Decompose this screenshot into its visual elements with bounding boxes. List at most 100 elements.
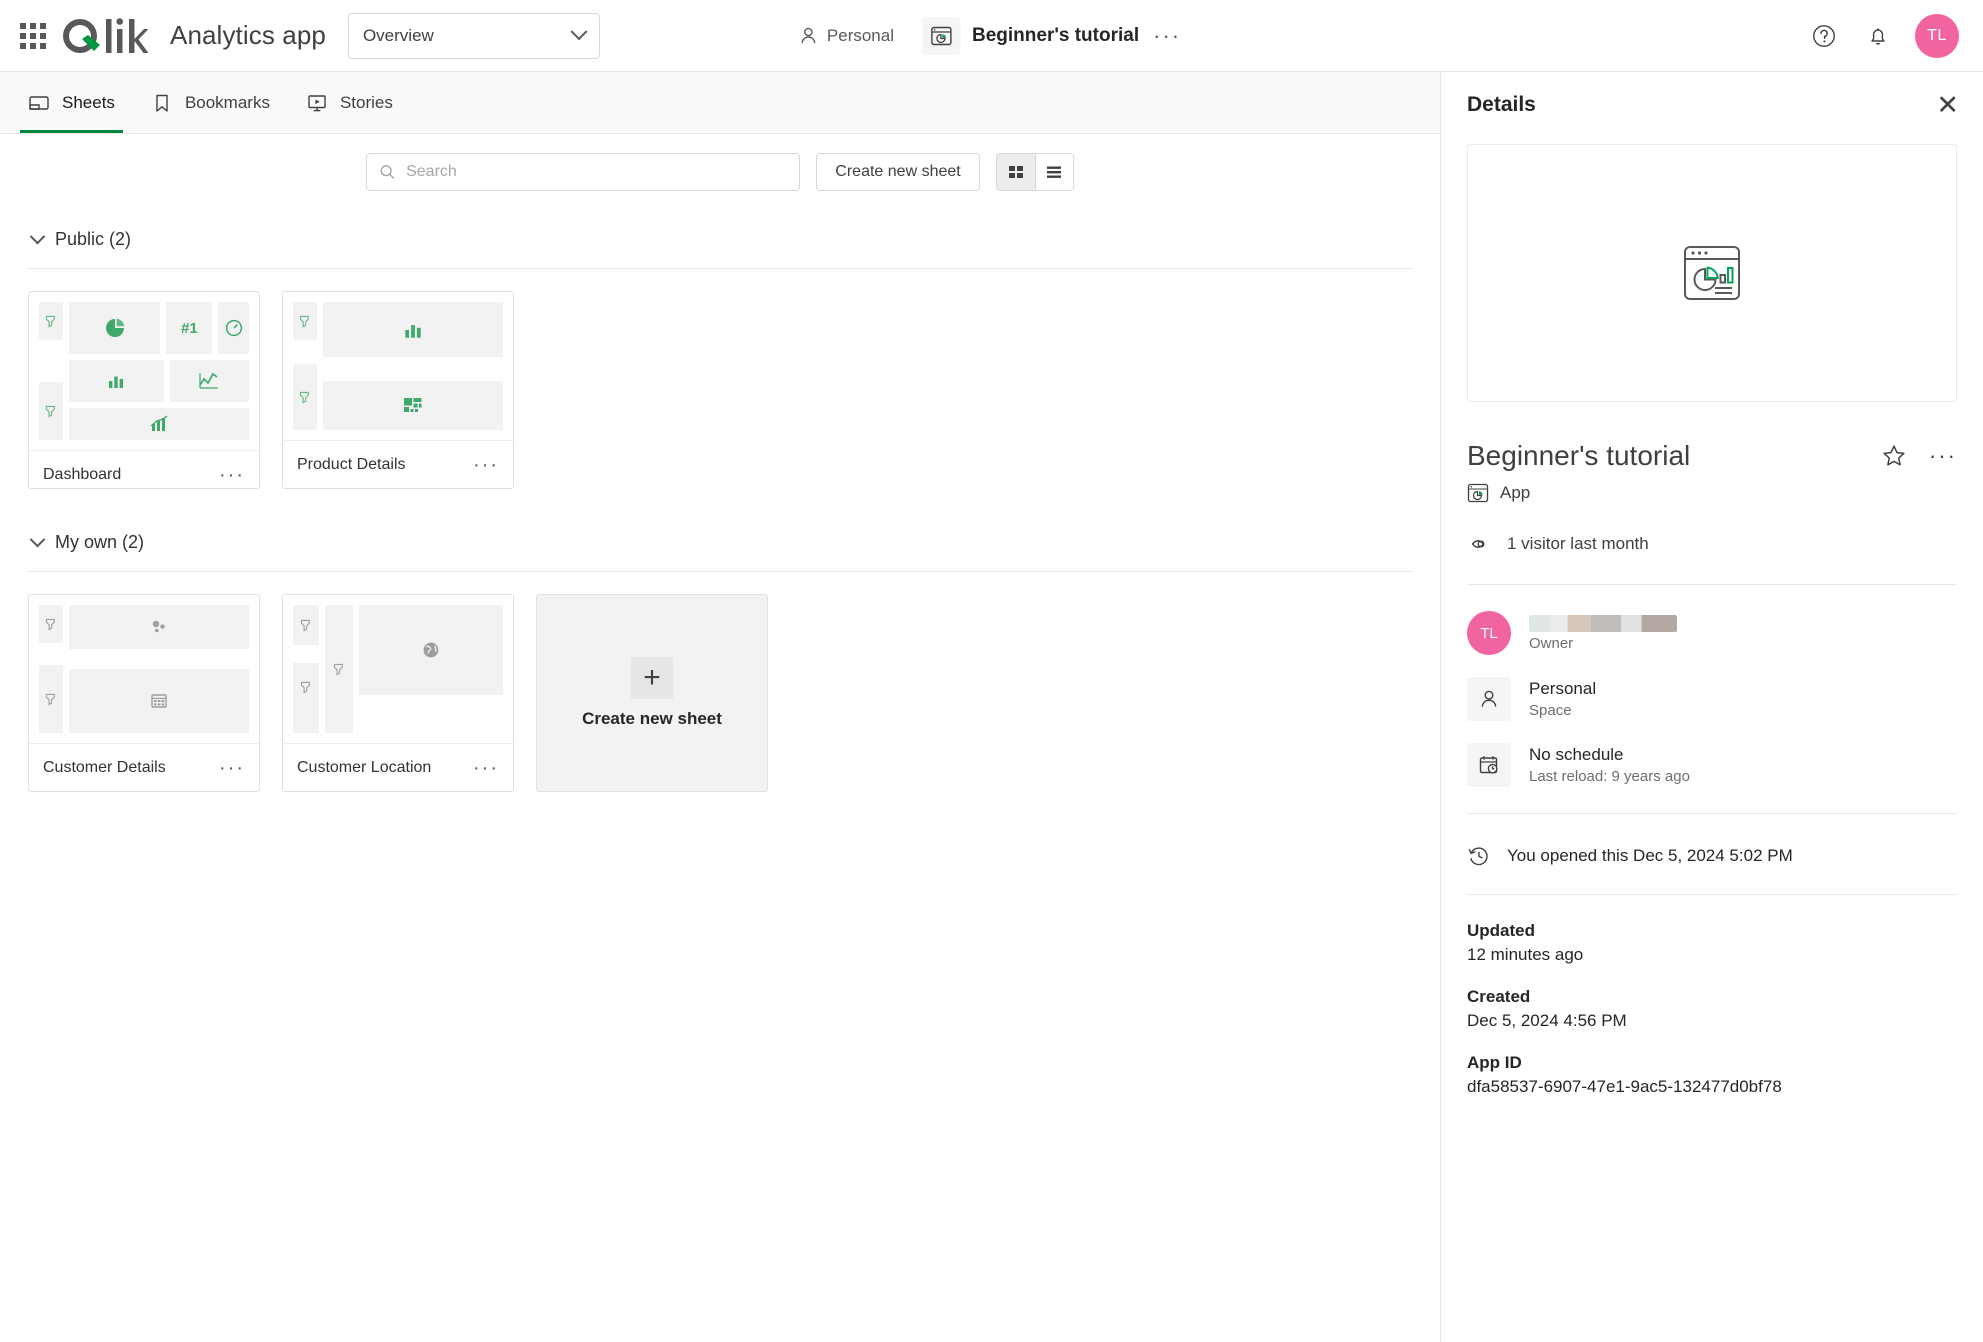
- sheet-tile-footer: Customer Location ···: [283, 743, 513, 791]
- details-created-label: Created: [1467, 987, 1531, 1006]
- tab-stories[interactable]: Stories: [288, 72, 411, 133]
- tab-bookmarks-label: Bookmarks: [184, 92, 270, 112]
- section-my-own: My own (2) Customer Details ··· Customer…: [0, 513, 1440, 816]
- sheet-tile-customer-details[interactable]: Customer Details ···: [28, 594, 260, 792]
- gauge-placeholder: [218, 302, 250, 354]
- tab-sheets-label: Sheets: [62, 92, 115, 112]
- scatter-plot-icon: [152, 620, 165, 633]
- calendar-clock-icon: [1467, 743, 1511, 787]
- tab-sheets[interactable]: Sheets: [10, 72, 133, 133]
- section-public: Public (2) #1 Dashboard ··· Product Deta…: [0, 210, 1440, 513]
- history-clock-icon: [1468, 847, 1488, 866]
- details-opened-row: You opened this Dec 5, 2024 5:02 PM: [1467, 844, 1957, 868]
- section-my-own-header[interactable]: My own (2): [28, 513, 1412, 571]
- app-icon[interactable]: [922, 16, 961, 55]
- section-public-title: Public (2): [55, 228, 132, 249]
- top-header: Analytics app Overview Personal Beginner…: [0, 0, 1983, 72]
- details-app-id-value[interactable]: dfa58537-6907-47e1-9ac5-132477d0bf78: [1467, 1077, 1957, 1097]
- sheets-pane: Sheets Bookmarks Stories Search Create n…: [0, 72, 1440, 1342]
- search-icon: [380, 165, 395, 180]
- filter-icon: [45, 405, 55, 417]
- bar-chart-icon: [405, 324, 421, 338]
- line-chart-placeholder: [169, 360, 249, 402]
- filter-pane-placeholder: [293, 302, 317, 340]
- section-my-own-title: My own (2): [55, 531, 145, 552]
- breadcrumb-app-title[interactable]: Beginner's tutorial: [972, 25, 1139, 47]
- details-updated-label: Updated: [1467, 921, 1535, 940]
- sheet-thumbnail: [29, 595, 259, 743]
- page-body: Sheets Bookmarks Stories Search Create n…: [0, 72, 1983, 1342]
- filter-icon: [333, 663, 343, 675]
- details-created-value: Dec 5, 2024 4:56 PM: [1467, 1011, 1627, 1030]
- details-updated-field: Updated 12 minutes ago: [1467, 921, 1957, 965]
- sheet-tile-product-details[interactable]: Product Details ···: [282, 291, 514, 489]
- details-app-id-label: App ID: [1467, 1053, 1522, 1072]
- details-visitors-label: 1 visitor last month: [1507, 534, 1649, 553]
- divider: [1467, 894, 1957, 895]
- details-space-row: Personal Space: [1467, 677, 1957, 721]
- create-new-sheet-button[interactable]: Create new sheet: [816, 153, 980, 191]
- sheet-thumbnail: [283, 292, 513, 440]
- tab-bookmarks[interactable]: Bookmarks: [133, 72, 288, 133]
- sheet-selector-value: Overview: [362, 25, 434, 45]
- search-field[interactable]: [366, 153, 801, 191]
- sheet-kebab-menu-icon[interactable]: ···: [219, 758, 245, 778]
- header-overflow-menu-icon[interactable]: ···: [1139, 24, 1195, 46]
- app-icon: [1467, 483, 1489, 503]
- gauge-icon: [225, 319, 242, 337]
- details-app-id-field: App ID dfa58537-6907-47e1-9ac5-132477d0b…: [1467, 1053, 1957, 1097]
- treemap-placeholder: [323, 381, 503, 430]
- view-mode-toggle: [995, 153, 1074, 191]
- filter-pane-placeholder: [39, 605, 63, 643]
- chevron-down-icon: [29, 228, 46, 244]
- table-placeholder: [69, 669, 249, 733]
- qlik-logo[interactable]: [60, 15, 148, 57]
- sheets-scroll-area[interactable]: Public (2) #1 Dashboard ··· Product Deta…: [0, 210, 1440, 1342]
- help-icon[interactable]: [1807, 19, 1841, 53]
- breadcrumb-space[interactable]: Personal: [788, 20, 904, 52]
- divider: [28, 268, 1412, 269]
- plus-glyph: +: [643, 661, 661, 694]
- sheet-kebab-menu-icon[interactable]: ···: [219, 465, 245, 485]
- breadcrumb: Personal Beginner's tutorial ···: [788, 16, 1195, 55]
- star-outline-icon[interactable]: [1881, 443, 1907, 469]
- chevron-down-icon: [570, 22, 588, 40]
- sheet-kebab-menu-icon[interactable]: ···: [473, 758, 499, 778]
- details-overflow-menu-icon[interactable]: ···: [1929, 445, 1957, 467]
- grid-view-button[interactable]: [996, 154, 1035, 190]
- filter-icon: [45, 618, 55, 630]
- section-public-header[interactable]: Public (2): [28, 210, 1412, 268]
- close-icon[interactable]: ✕: [1936, 92, 1959, 119]
- sheet-icon: [29, 95, 49, 110]
- search-input[interactable]: [406, 163, 788, 181]
- bar-chart-placeholder: [323, 302, 503, 357]
- owner-name-redacted: [1529, 614, 1677, 632]
- bell-icon[interactable]: [1861, 19, 1895, 53]
- filter-pane-placeholder: [293, 663, 319, 733]
- filter-pane-placeholder: [39, 665, 63, 733]
- combo-chart-icon: [150, 415, 168, 431]
- sheet-kebab-menu-icon[interactable]: ···: [473, 455, 499, 475]
- create-new-sheet-tile[interactable]: + Create new sheet: [536, 594, 768, 792]
- sheet-thumbnail: #1: [29, 292, 259, 450]
- app-launcher-icon[interactable]: [16, 19, 50, 53]
- breadcrumb-space-label: Personal: [826, 25, 895, 45]
- sheet-tile-dashboard[interactable]: #1 Dashboard ···: [28, 291, 260, 489]
- filter-pane-placeholder: [39, 382, 63, 440]
- my-own-sheet-tiles: Customer Details ··· Customer Location ·…: [28, 594, 1412, 816]
- filter-icon: [45, 693, 55, 705]
- bar-chart-placeholder: [69, 360, 164, 402]
- details-app-name: Beginner's tutorial: [1467, 440, 1691, 471]
- sheet-tile-footer: Dashboard ···: [29, 450, 259, 488]
- details-created-field: Created Dec 5, 2024 4:56 PM: [1467, 987, 1957, 1031]
- filter-icon: [299, 315, 309, 327]
- filter-icon: [45, 315, 55, 327]
- sheets-toolbar: Create new sheet: [0, 134, 1440, 210]
- list-view-button[interactable]: [1034, 154, 1073, 190]
- chevron-down-icon: [29, 531, 46, 547]
- sheet-tile-customer-location[interactable]: Customer Location ···: [282, 594, 514, 792]
- sheet-tile-footer: Product Details ···: [283, 440, 513, 488]
- sheet-selector-dropdown[interactable]: Overview: [347, 12, 600, 59]
- details-visitors-row: 1 visitor last month: [1467, 532, 1957, 556]
- user-avatar[interactable]: TL: [1915, 13, 1959, 58]
